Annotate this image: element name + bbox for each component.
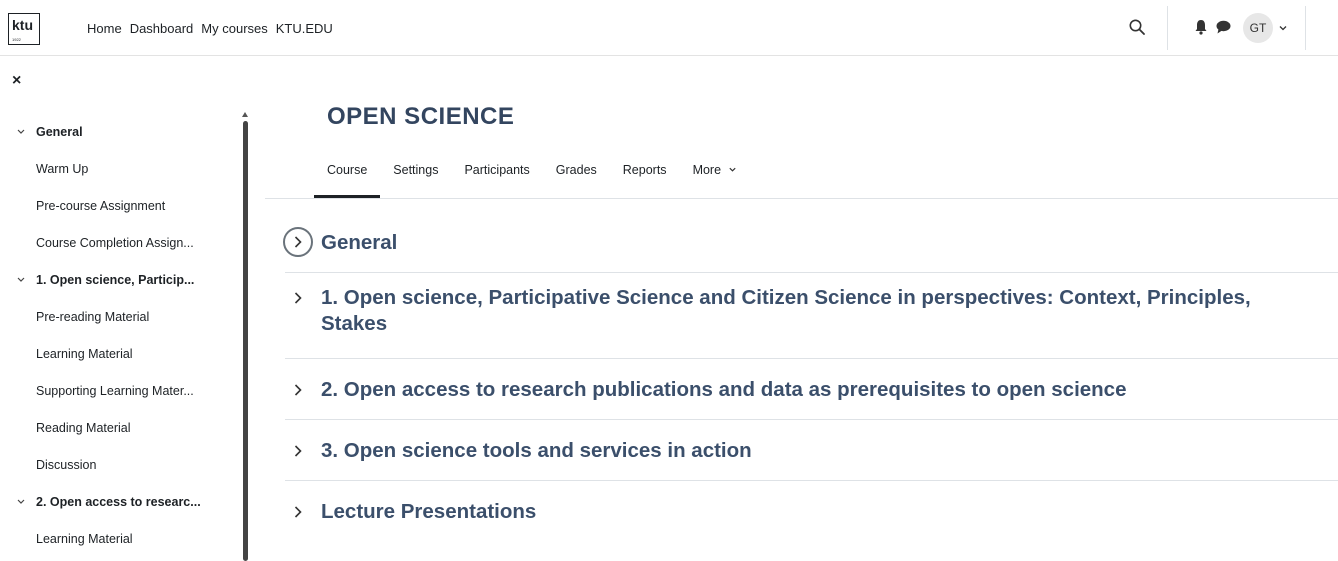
tab-course[interactable]: Course (314, 152, 381, 198)
section-title-continued[interactable]: Stakes (321, 311, 387, 336)
nav-my-courses-link[interactable]: My courses (201, 21, 267, 36)
chevron-down-icon[interactable] (16, 484, 26, 521)
logo-text: ktu (12, 17, 33, 33)
tab-more[interactable]: More (680, 152, 750, 198)
nav-divider (1167, 6, 1168, 50)
course-index-item-label: Discussion (36, 458, 97, 472)
course-index-item-label: Supporting Learning Mater... (36, 384, 194, 398)
course-index-item-label: Reading Material (36, 421, 131, 435)
section-title[interactable]: 1. Open science, Participative Science a… (321, 285, 1251, 310)
course-index-section-label: 2. Open access to researc... (36, 495, 201, 509)
course-index-item[interactable]: Warm Up (0, 151, 240, 188)
drawer-scrollbar[interactable] (243, 121, 248, 561)
chevron-right-icon[interactable] (283, 227, 313, 257)
course-index-item-label: Pre-reading Material (36, 310, 150, 324)
course-section-2: 2. Open access to research publications … (285, 359, 1338, 420)
course-index-section-2[interactable]: 2. Open access to researc... (0, 484, 240, 521)
chevron-down-icon[interactable] (1278, 23, 1288, 33)
nav-divider (1305, 6, 1306, 50)
notifications-bell-icon[interactable] (1194, 19, 1208, 35)
nav-dashboard-link[interactable]: Dashboard (130, 21, 194, 36)
course-index-item-label: Warm Up (36, 162, 89, 176)
section-title[interactable]: 3. Open science tools and services in ac… (321, 438, 752, 463)
tab-participants[interactable]: Participants (451, 152, 542, 198)
tab-grades[interactable]: Grades (543, 152, 610, 198)
course-index-item[interactable]: Pre-course Assignment (0, 188, 240, 225)
tab-reports[interactable]: Reports (610, 152, 680, 198)
top-navbar: ktu 1922 Home Dashboard My courses KTU.E… (0, 0, 1338, 56)
section-title[interactable]: 2. Open access to research publications … (321, 377, 1127, 402)
course-section-lecture-presentations: Lecture Presentations (285, 481, 1338, 543)
course-index-item[interactable]: Reading Material (0, 410, 240, 447)
course-section-3: 3. Open science tools and services in ac… (285, 420, 1338, 481)
course-index-item[interactable]: Supporting Learning Mater... (0, 373, 240, 410)
chevron-right-icon[interactable] (285, 285, 311, 311)
tabs-divider (265, 198, 1338, 199)
course-index-item-label: Course Completion Assign... (36, 236, 194, 250)
course-index-item-label: Learning Material (36, 347, 133, 361)
course-index-item[interactable]: Discussion (0, 447, 240, 484)
nav-ktu-edu-link[interactable]: KTU.EDU (276, 21, 333, 36)
course-index-item[interactable]: Course Completion Assign... (0, 225, 240, 262)
course-secondary-nav: Course Settings Participants Grades Repo… (314, 152, 750, 198)
section-title[interactable]: Lecture Presentations (321, 499, 536, 524)
course-section-1: 1. Open science, Participative Science a… (285, 273, 1338, 359)
chevron-down-icon[interactable] (16, 262, 26, 299)
logo-year: 1922 (12, 37, 21, 42)
close-drawer-button[interactable]: × (12, 73, 21, 89)
course-index-item[interactable]: Learning Material (0, 521, 240, 558)
scroll-up-arrow-icon[interactable] (241, 111, 249, 119)
course-index-item-label: Learning Material (36, 532, 133, 546)
chevron-right-icon[interactable] (285, 499, 311, 525)
course-index-section-general[interactable]: General (0, 114, 240, 151)
course-main-region: OPEN SCIENCE Course Settings Participant… (265, 57, 1338, 552)
search-icon[interactable] (1128, 18, 1146, 36)
course-index-item[interactable]: Pre-reading Material (0, 299, 240, 336)
primary-navigation: Home Dashboard My courses KTU.EDU (87, 0, 333, 56)
course-index-drawer: × General Warm Up Pre-course Assignment … (0, 57, 250, 561)
user-avatar[interactable]: GT (1243, 13, 1273, 43)
course-index-section-label: 1. Open science, Particip... (36, 273, 195, 287)
course-index-item[interactable]: Learning Material (0, 336, 240, 373)
chevron-right-icon[interactable] (285, 438, 311, 464)
course-index-item-label: Pre-course Assignment (36, 199, 166, 213)
chevron-down-icon[interactable] (16, 114, 26, 151)
course-section-general: General (283, 215, 1338, 273)
tab-settings[interactable]: Settings (380, 152, 451, 198)
chevron-down-icon (728, 167, 736, 172)
nav-home-link[interactable]: Home (87, 21, 122, 36)
page-title: OPEN SCIENCE (327, 103, 515, 130)
section-title[interactable]: General (321, 230, 397, 255)
chevron-right-icon[interactable] (285, 377, 311, 403)
messages-chat-icon[interactable] (1216, 20, 1231, 34)
tab-more-label: More (692, 163, 722, 177)
course-index-section-label: General (36, 125, 83, 139)
ktu-logo[interactable]: ktu 1922 (8, 13, 40, 45)
course-index-section-1[interactable]: 1. Open science, Particip... (0, 262, 240, 299)
